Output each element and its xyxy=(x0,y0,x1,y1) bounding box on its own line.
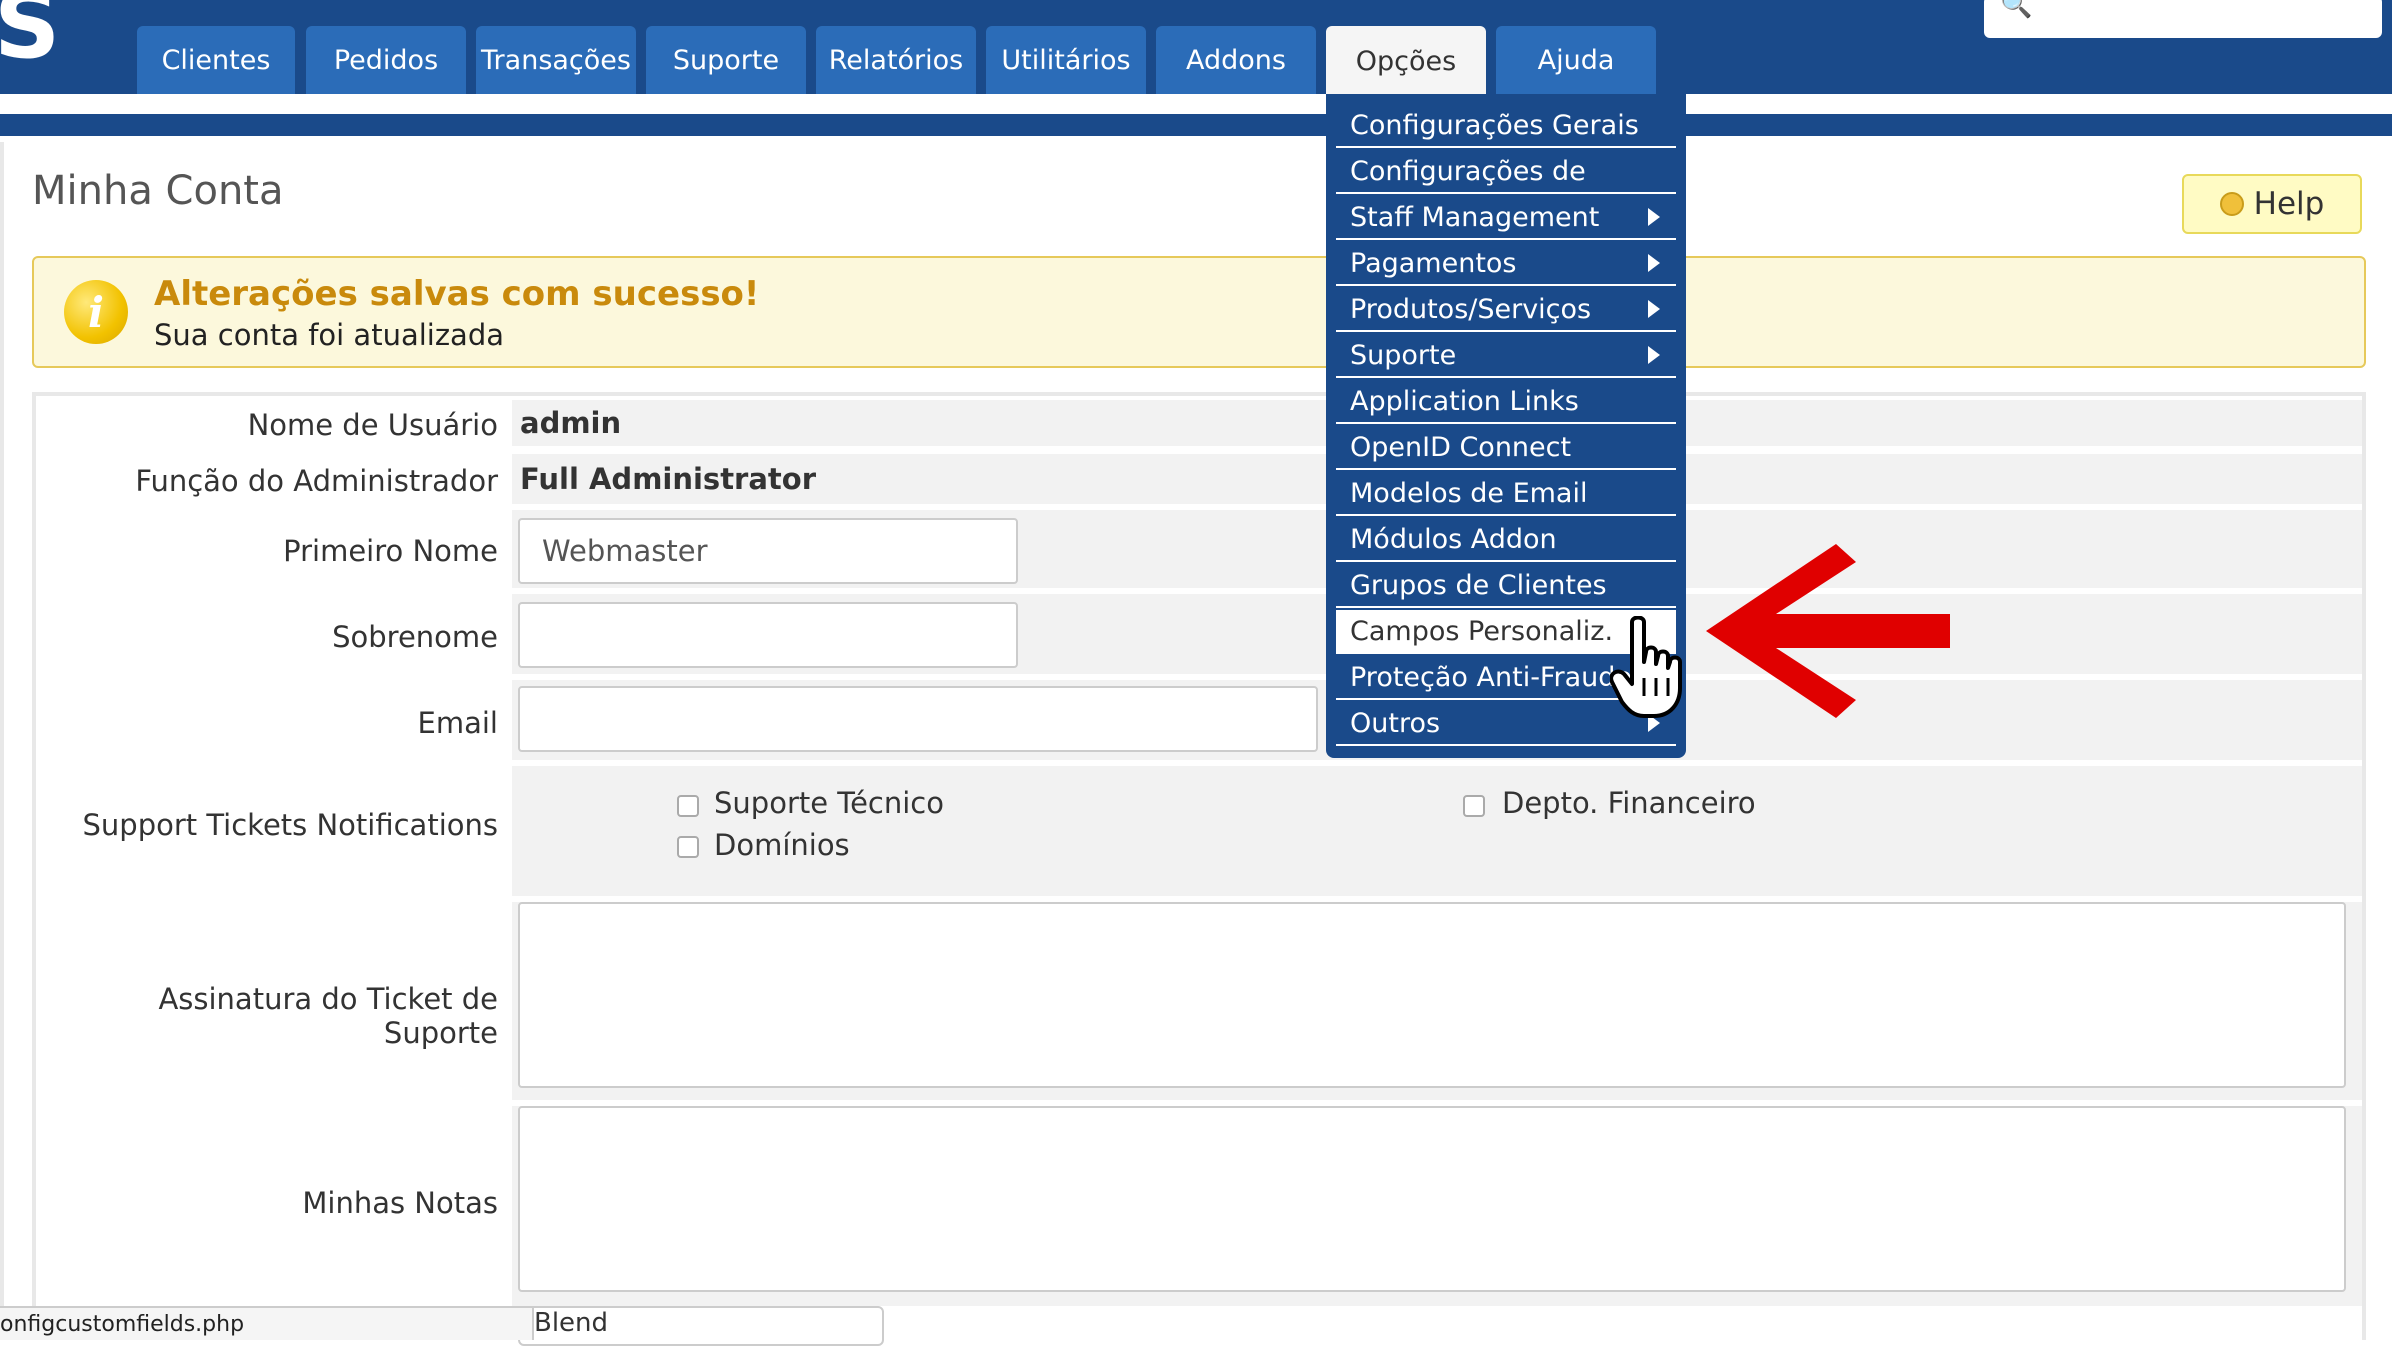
firstname-label: Primeiro Nome xyxy=(283,534,498,568)
signature-textarea[interactable] xyxy=(518,902,2346,1088)
menu-item-modelos-de-email[interactable]: Modelos de Email xyxy=(1336,472,1676,516)
checkbox-depto-financeiro[interactable] xyxy=(1463,795,1485,817)
notes-textarea[interactable] xyxy=(518,1106,2346,1292)
menu-item-label: Staff Management xyxy=(1350,201,1600,233)
menu-item-label: Grupos de Clientes xyxy=(1350,569,1607,601)
menu-item-configuracoes-gerais[interactable]: Configurações Gerais xyxy=(1336,104,1676,148)
signature-label: Assinatura do Ticket de Suporte xyxy=(158,982,498,1050)
row-firstname: Primeiro Nome xyxy=(36,510,2362,588)
firstname-input[interactable]: Webmaster xyxy=(518,518,1018,584)
tab-utilitarios[interactable]: Utilitários xyxy=(986,26,1146,94)
submenu-arrow-icon xyxy=(1648,300,1660,318)
menu-item-label: Application Links xyxy=(1350,385,1579,417)
submenu-arrow-icon xyxy=(1648,346,1660,364)
notes-label: Minhas Notas xyxy=(302,1186,498,1220)
tab-pedidos[interactable]: Pedidos xyxy=(306,26,466,94)
menu-item-label: Campos Personaliz. xyxy=(1350,615,1614,647)
template-select[interactable]: Blend xyxy=(518,1306,884,1346)
checkbox-suporte-tecnico-label: Suporte Técnico xyxy=(714,786,944,820)
username-label: Nome de Usuário xyxy=(247,408,498,442)
menu-item-label: Proteção Anti-Fraude xyxy=(1350,661,1633,693)
menu-item-label: Produtos/Serviços xyxy=(1350,293,1592,325)
lastname-input[interactable] xyxy=(518,602,1018,668)
menu-item-label: Outros xyxy=(1350,707,1441,739)
search-icon: 🔍 xyxy=(2000,0,2033,20)
row-role: Função do Administrador Full Administrat… xyxy=(36,454,2362,504)
tab-addons[interactable]: Addons xyxy=(1156,26,1316,94)
email-input[interactable] xyxy=(518,686,1318,752)
page-title: Minha Conta xyxy=(32,168,284,214)
menu-item-pagamentos[interactable]: Pagamentos xyxy=(1336,242,1676,286)
menu-item-label: Módulos Addon xyxy=(1350,523,1557,555)
checkbox-dominios-label: Domínios xyxy=(714,828,850,862)
menu-item-suporte[interactable]: Suporte xyxy=(1336,334,1676,378)
menu-item-label: Pagamentos xyxy=(1350,247,1517,279)
menu-item-label: OpenID Connect xyxy=(1350,431,1572,463)
help-button[interactable]: Help xyxy=(2182,174,2362,234)
menu-item-openid-connect[interactable]: OpenID Connect xyxy=(1336,426,1676,470)
menu-item-label: Configurações Gerais xyxy=(1350,109,1639,141)
alert-title: Alterações salvas com sucesso! xyxy=(154,274,760,314)
submenu-arrow-icon xyxy=(1648,254,1660,272)
success-alert: i Alterações salvas com sucesso! Sua con… xyxy=(32,256,2366,368)
menu-item-label: Configurações de xyxy=(1350,155,1586,187)
role-label: Função do Administrador xyxy=(135,464,498,498)
checkbox-dominios[interactable] xyxy=(677,836,699,858)
red-arrow-annotation-icon xyxy=(1706,544,1950,718)
tab-transacoes[interactable]: Transações xyxy=(476,26,636,94)
menu-item-label: Suporte xyxy=(1350,339,1457,371)
menu-item-configuracoes-de[interactable]: Configurações de xyxy=(1336,150,1676,194)
tab-ajuda[interactable]: Ajuda xyxy=(1496,26,1656,94)
submenu-arrow-icon xyxy=(1648,208,1660,226)
app-logo[interactable]: S xyxy=(0,0,60,72)
menu-item-produtos-servicos[interactable]: Produtos/Serviços xyxy=(1336,288,1676,332)
menu-item-grupos-de-clientes[interactable]: Grupos de Clientes xyxy=(1336,564,1676,608)
hand-cursor-icon xyxy=(1610,616,1682,718)
tab-opcoes[interactable]: Opções xyxy=(1326,26,1486,96)
search-input[interactable]: 🔍 xyxy=(1984,0,2382,38)
lastname-label: Sobrenome xyxy=(332,620,498,654)
alert-text: Sua conta foi atualizada xyxy=(154,318,505,352)
tab-relatorios[interactable]: Relatórios xyxy=(816,26,976,94)
row-lastname: Sobrenome xyxy=(36,594,2362,674)
nav-bottom-bar xyxy=(0,114,2392,136)
row-username: Nome de Usuário admin xyxy=(36,400,2362,448)
menu-item-application-links[interactable]: Application Links xyxy=(1336,380,1676,424)
row-notifications: Support Tickets Notifications xyxy=(36,766,2362,896)
menu-item-label: Modelos de Email xyxy=(1350,477,1588,509)
email-label: Email xyxy=(417,706,498,740)
browser-status-bar: onfigcustomfields.php xyxy=(0,1306,534,1340)
notifications-label: Support Tickets Notifications xyxy=(82,808,499,842)
tab-suporte[interactable]: Suporte xyxy=(646,26,806,94)
lightbulb-icon xyxy=(2219,192,2244,216)
tab-clientes[interactable]: Clientes xyxy=(137,26,295,94)
nav-separator xyxy=(0,94,2392,114)
help-button-label: Help xyxy=(2253,186,2325,222)
menu-item-modulos-addon[interactable]: Módulos Addon xyxy=(1336,518,1676,562)
info-icon: i xyxy=(64,280,128,344)
checkbox-suporte-tecnico[interactable] xyxy=(677,795,699,817)
menu-item-staff-management[interactable]: Staff Management xyxy=(1336,196,1676,240)
checkbox-depto-financeiro-label: Depto. Financeiro xyxy=(1502,786,1756,820)
